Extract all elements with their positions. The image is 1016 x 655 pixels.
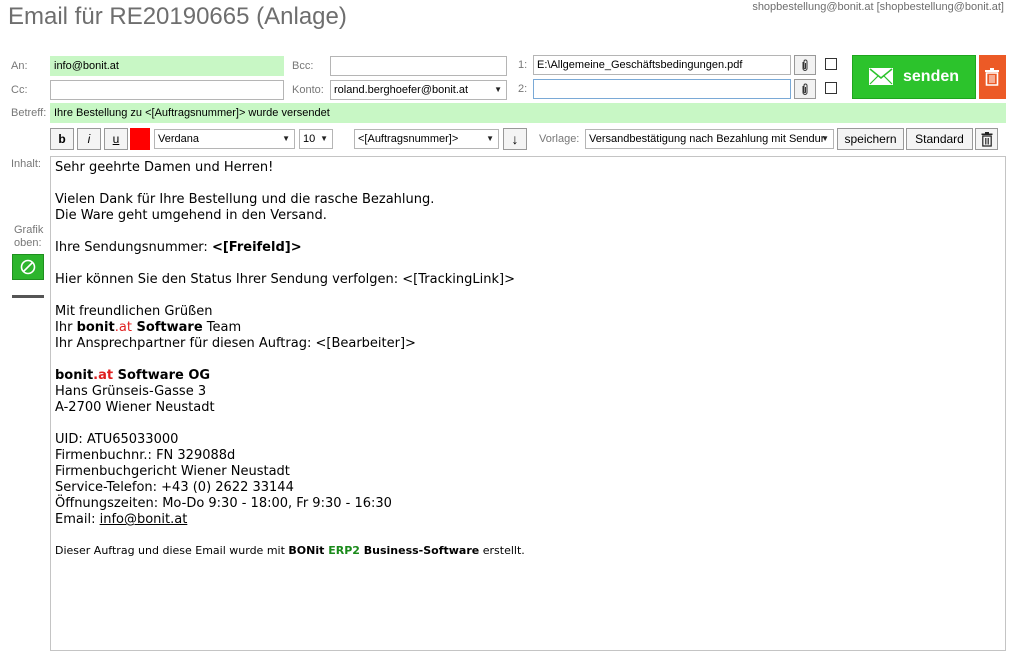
text-span: erstellt. xyxy=(479,544,525,557)
account-label: shopbestellung@bonit.at [shopbestellung@… xyxy=(752,1,1004,13)
brand-bonit: BONit xyxy=(288,544,325,557)
cc-field[interactable] xyxy=(50,80,284,100)
brand-business-software: Business-Software xyxy=(359,544,480,557)
betreff-label: Betreff: xyxy=(11,107,47,119)
font-color-button[interactable] xyxy=(130,128,150,150)
konto-value: roland.berghoefer@bonit.at xyxy=(334,84,469,96)
body-email-line: Email: info@bonit.at xyxy=(55,512,187,528)
attachment-2-label: 2: xyxy=(518,83,528,95)
body-line: Service-Telefon: +43 (0) 2622 33144 xyxy=(55,480,294,495)
cc-label: Cc: xyxy=(11,84,28,96)
send-button[interactable]: senden xyxy=(852,55,976,99)
placeholder-dropdown[interactable]: <[Auftragsnummer]> xyxy=(354,129,499,149)
brand-bonit: bonit xyxy=(76,320,115,335)
trash-icon xyxy=(985,68,999,86)
attachment-1-label: 1: xyxy=(518,59,528,71)
body-line: Öffnungszeiten: Mo-Do 9:30 - 18:00, Fr 9… xyxy=(55,496,392,511)
attachment-1-checkbox[interactable] xyxy=(825,58,837,70)
standard-button[interactable]: Standard xyxy=(906,128,973,150)
attachment-2-checkbox[interactable] xyxy=(825,82,837,94)
delete-template-button[interactable] xyxy=(975,128,998,150)
text-span: Ihre Sendungsnummer: xyxy=(55,240,212,255)
brand-at: .at xyxy=(93,368,114,383)
attach-1-button[interactable] xyxy=(794,55,816,75)
konto-label: Konto: xyxy=(292,84,324,96)
bcc-field[interactable] xyxy=(330,56,507,76)
trash-icon xyxy=(981,132,992,147)
body-line: Ihr Ansprechpartner für diesen Auftrag: … xyxy=(55,336,416,351)
paperclip-icon xyxy=(802,83,808,95)
attachment-2-field[interactable] xyxy=(533,79,791,99)
window-title: Email für RE20190665 (Anlage) xyxy=(8,3,347,30)
font-value: Verdana xyxy=(158,133,199,145)
body-line: Firmenbuchgericht Wiener Neustadt xyxy=(55,464,290,479)
body-line: Vielen Dank für Ihre Bestellung und die … xyxy=(55,192,435,207)
no-image-icon xyxy=(20,259,36,275)
brand-erp2: ERP2 xyxy=(324,544,360,557)
grafik-toggle-button[interactable] xyxy=(12,254,44,280)
brand-software: Software xyxy=(131,320,203,335)
grafik-label: Grafik xyxy=(14,224,44,236)
bcc-label: Bcc: xyxy=(292,60,314,72)
konto-dropdown[interactable]: roland.berghoefer@bonit.at xyxy=(330,80,507,100)
body-line: Hier können Sie den Status Ihrer Sendung… xyxy=(55,272,515,287)
text-span: Dieser Auftrag und diese Email wurde mit xyxy=(55,544,289,557)
an-label: An: xyxy=(11,60,28,72)
envelope-icon xyxy=(869,68,893,85)
divider xyxy=(12,295,44,298)
body-line: Firmenbuchnr.: FN 329088d xyxy=(55,448,236,463)
paperclip-icon xyxy=(802,59,808,71)
an-field[interactable]: info@bonit.at xyxy=(50,56,284,76)
send-label: senden xyxy=(903,68,960,85)
body-company-name: bonit.at Software OG xyxy=(55,368,210,384)
body-greeting: Sehr geehrte Damen und Herren! xyxy=(55,160,274,175)
save-template-button[interactable]: speichern xyxy=(837,128,904,150)
size-value: 10 xyxy=(303,133,316,145)
inhalt-label: Inhalt: xyxy=(11,158,41,170)
vorlage-label: Vorlage: xyxy=(539,133,580,145)
betreff-field[interactable]: Ihre Bestellung zu <[Auftragsnummer]> wu… xyxy=(50,103,1006,123)
body-line: Die Ware geht umgehend in den Versand. xyxy=(55,208,327,223)
brand-at: .at xyxy=(114,320,132,335)
text-span: Ihr xyxy=(55,320,77,335)
discard-button[interactable] xyxy=(979,55,1006,99)
body-footer: Dieser Auftrag und diese Email wurde mit… xyxy=(55,543,525,559)
size-dropdown[interactable]: 10 xyxy=(299,129,333,149)
email-body-editor[interactable]: Sehr geehrte Damen und Herren! Vielen Da… xyxy=(50,156,1006,651)
vorlage-dropdown[interactable]: Versandbestätigung nach Bezahlung mit Se… xyxy=(585,129,834,149)
attachment-1-field[interactable]: E:\Allgemeine_Geschäftsbedingungen.pdf xyxy=(533,55,791,75)
body-line: Hans Grünseis-Gasse 3 xyxy=(55,384,207,399)
underline-button[interactable]: u xyxy=(104,128,128,150)
body-tracking-number: Ihre Sendungsnummer: <[Freifeld]> xyxy=(55,240,302,256)
vorlage-value: Versandbestätigung nach Bezahlung mit Se… xyxy=(589,133,825,145)
body-line: UID: ATU65033000 xyxy=(55,432,179,447)
brand-software-og: Software OG xyxy=(113,368,211,383)
insert-placeholder-button[interactable]: ↓ xyxy=(503,128,527,150)
text-span: Team xyxy=(202,320,242,335)
placeholder-value: <[Auftragsnummer]> xyxy=(358,133,459,145)
text-span: Email: xyxy=(55,512,100,527)
italic-button[interactable]: i xyxy=(77,128,101,150)
brand-bonit: bonit xyxy=(55,368,94,383)
email-link[interactable]: info@bonit.at xyxy=(100,512,188,527)
freifeld-placeholder: <[Freifeld]> xyxy=(211,240,302,255)
grafik-oben-label: oben: xyxy=(14,237,42,249)
body-signature-team: Ihr bonit.at Software Team xyxy=(55,320,241,336)
bold-button[interactable]: b xyxy=(50,128,74,150)
attach-2-button[interactable] xyxy=(794,79,816,99)
body-line: Mit freundlichen Grüßen xyxy=(55,304,213,319)
body-line: A-2700 Wiener Neustadt xyxy=(55,400,215,415)
font-dropdown[interactable]: Verdana xyxy=(154,129,295,149)
